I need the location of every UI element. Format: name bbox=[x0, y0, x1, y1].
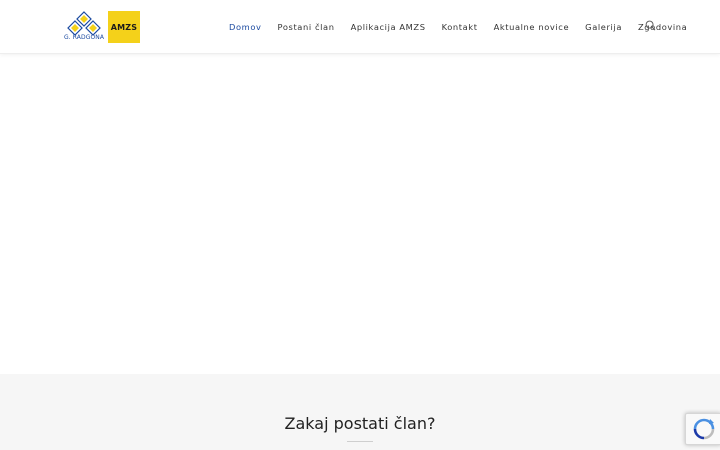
amzs-logo[interactable]: G. RADGONA AMZS bbox=[64, 11, 142, 44]
recaptcha-badge[interactable] bbox=[685, 413, 720, 445]
nav-item-zgodovina[interactable]: Zgodovina bbox=[630, 18, 695, 36]
nav-item-postani-clan[interactable]: Postani član bbox=[270, 18, 343, 36]
nav-item-kontakt[interactable]: Kontakt bbox=[434, 18, 486, 36]
recaptcha-icon bbox=[693, 418, 715, 440]
nav-item-aplikacija-amzs[interactable]: Aplikacija AMZS bbox=[343, 18, 434, 36]
search-icon[interactable] bbox=[645, 20, 656, 31]
nav-item-domov[interactable]: Domov bbox=[221, 18, 270, 36]
amzs-badge: AMZS bbox=[108, 11, 140, 43]
main-nav: Domov Postani član Aplikacija AMZS Konta… bbox=[221, 18, 695, 36]
nav-item-galerija[interactable]: Galerija bbox=[577, 18, 630, 36]
membership-section: Zakaj postati član? bbox=[0, 374, 720, 450]
title-divider bbox=[347, 441, 373, 442]
section-title: Zakaj postati član? bbox=[284, 414, 436, 433]
logo-city-text: G. RADGONA bbox=[64, 34, 105, 41]
site-header: G. RADGONA AMZS Domov Postani član Aplik… bbox=[0, 0, 720, 54]
hero-area bbox=[0, 54, 720, 374]
nav-item-aktualne-novice[interactable]: Aktualne novice bbox=[486, 18, 578, 36]
